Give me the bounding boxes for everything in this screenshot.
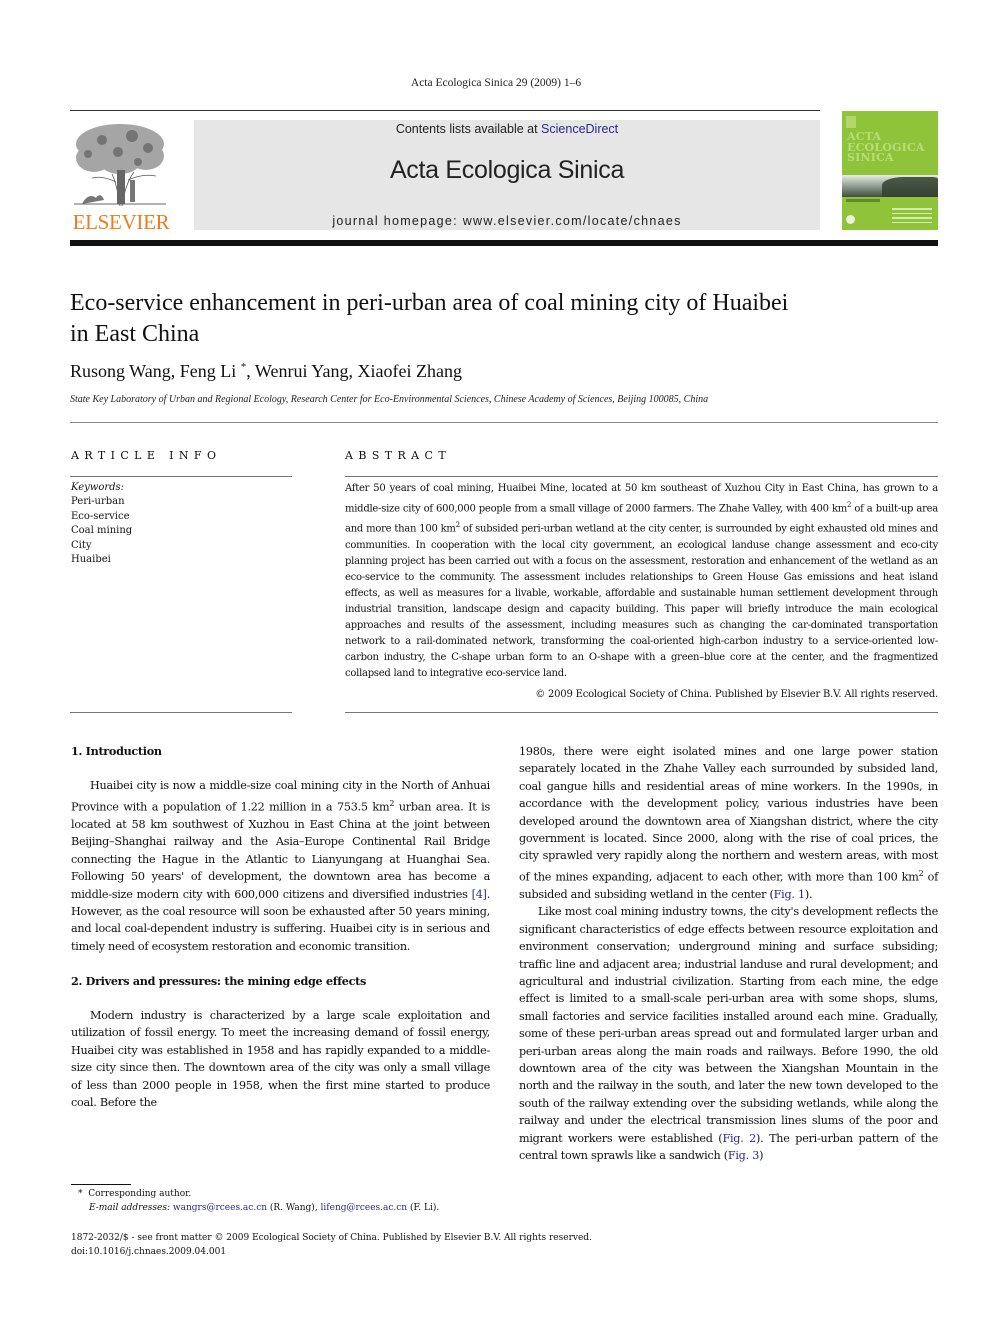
keyword: Coal mining [71,525,133,537]
abstract-rule-bottom [345,712,938,713]
homepage-link[interactable]: www.elsevier.com/locate/chnaes [463,214,682,228]
email-link[interactable]: lifeng@rcees.ac.cn [321,1203,408,1213]
paragraph: Modern industry is characterized by a la… [71,1009,490,1110]
figure-link[interactable]: Fig. 3 [728,1149,759,1162]
author[interactable]: Rusong Wang [70,361,171,381]
abstract-heading: ABSTRACT [345,449,452,462]
paragraph: Huaibei city is now a middle-size coal m… [71,779,490,953]
homepage-label: journal homepage: [332,214,463,228]
keyword: Peri-urban [71,496,125,508]
email-link[interactable]: wangrs@rcees.ac.cn [173,1203,267,1213]
header-rule [70,110,820,111]
elsevier-tree-icon [74,124,166,207]
article-info-heading: ARTICLE INFO [71,449,222,462]
journal-homepage: journal homepage: www.elsevier.com/locat… [194,214,820,228]
reference-link[interactable]: [4] [472,888,487,901]
keyword: Huaibei [71,554,111,566]
running-head: Acta Ecologica Sinica 29 (2009) 1–6 [410,77,582,89]
author[interactable]: Wenrui Yang [255,361,349,381]
article-info-rule-bottom [70,712,292,713]
paragraph: 1980s, there were eight isolated mines a… [519,745,938,901]
footnote-rule [71,1184,131,1185]
author[interactable]: Xiaofei Zhang [357,361,461,381]
cover-forest [882,177,938,197]
cover-elsevier-icon [846,116,856,128]
paragraph: Like most coal mining industry towns, th… [519,905,939,1163]
sciencedirect-link[interactable]: ScienceDirect [541,122,618,136]
author[interactable]: Feng Li * [180,361,247,381]
cover-text-lines [892,208,932,226]
issn-line: 1872-2032/$ - see front matter © 2009 Ec… [71,1233,592,1243]
body-column-right: 1980s, there were eight isolated mines a… [519,743,938,1164]
affiliation-rule [70,422,938,423]
author-list: Rusong Wang, Feng Li *, Wenrui Yang, Xia… [70,361,462,381]
doi[interactable]: doi:10.1016/j.chnaes.2009.04.001 [71,1245,592,1259]
cover-subtitle-bar [846,199,880,202]
article-info-rule-top [70,476,292,477]
article-title: Eco-service enhancement in peri-urban ar… [70,290,789,347]
keywords-block: Keywords: Peri-urban Eco-service Coal mi… [71,481,132,567]
cover-title: ACTA ECOLOGICA SINICA [847,130,925,164]
email-label: E-mail addresses: [89,1203,171,1213]
section-heading-drivers: 2. Drivers and pressures: the mining edg… [71,973,366,988]
keyword: Eco-service [71,510,130,522]
elsevier-logo[interactable]: ELSEVIER [70,120,172,234]
elsevier-wordmark: ELSEVIER [72,210,170,234]
abstract-text: After 50 years of coal mining, Huaibei M… [345,483,938,679]
header-thick-rule [70,240,938,246]
journal-cover[interactable]: ACTA ECOLOGICA SINICA [842,111,938,230]
journal-title: Acta Ecologica Sinica [389,156,625,184]
abstract-copyright: © 2009 Ecological Society of China. Publ… [535,689,938,700]
footnote: * Corresponding author. E-mail addresses… [78,1189,440,1213]
contents-prefix: Contents lists available at [395,122,542,136]
contents-availability: Contents lists available at ScienceDirec… [194,122,820,136]
figure-link[interactable]: Fig. 2 [722,1132,756,1145]
section-heading-introduction: 1. Introduction [71,744,162,758]
figure-link[interactable]: Fig. 1 [774,888,805,901]
body-column-left: 1. Introduction Huaibei city is now a mi… [71,743,490,1111]
journal-banner: Contents lists available at ScienceDirec… [194,120,820,230]
keywords-label: Keywords: [71,482,125,493]
footnote-mark: * [78,1189,83,1199]
keyword: City [71,539,92,551]
publication-meta: 1872-2032/$ - see front matter © 2009 Ec… [71,1231,592,1259]
abstract-rule-top [345,476,938,477]
cover-emblem-icon [846,215,855,224]
corresponding-author-note: Corresponding author. [88,1189,192,1199]
affiliation: State Key Laboratory of Urban and Region… [70,394,709,405]
